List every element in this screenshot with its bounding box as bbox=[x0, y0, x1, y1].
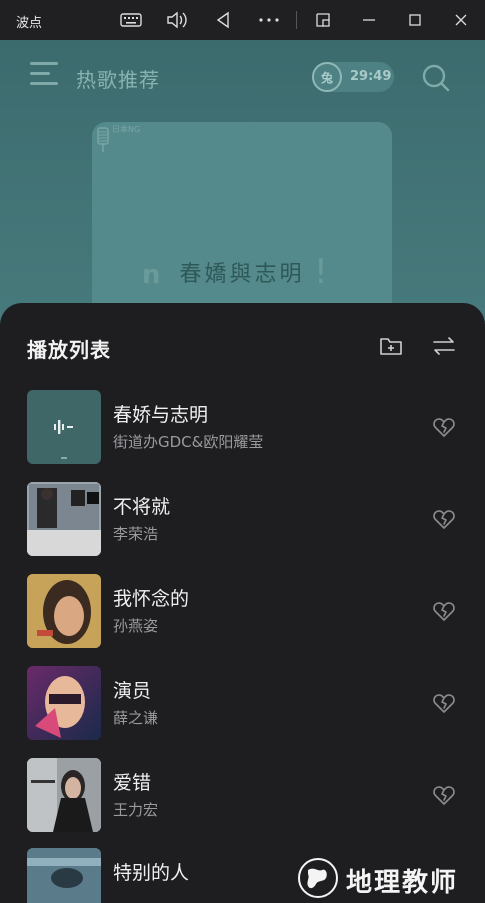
playlist-panel: 播放列表 春娇与志明 街道办GDC&欧阳耀莹 不将就 李荣浩 我怀念的 孙燕姿 bbox=[0, 303, 485, 903]
album-cover bbox=[27, 482, 101, 556]
song-artist: 孙燕姿 bbox=[113, 617, 159, 635]
list-item[interactable]: 我怀念的 孙燕姿 bbox=[0, 574, 485, 650]
cover-mark: ! bbox=[314, 252, 328, 292]
menu-icon[interactable] bbox=[30, 62, 60, 92]
microphone-icon bbox=[97, 127, 109, 152]
cover-tag: 日本NG bbox=[112, 125, 141, 134]
titlebar-divider bbox=[296, 11, 297, 29]
pip-icon[interactable] bbox=[310, 8, 336, 32]
list-item[interactable]: 爱错 王力宏 bbox=[0, 758, 485, 834]
broken-heart-icon[interactable] bbox=[432, 692, 456, 714]
rabbit-icon: 兔 bbox=[312, 62, 342, 92]
search-icon[interactable] bbox=[422, 64, 450, 92]
list-item[interactable]: 演员 薛之谦 bbox=[0, 666, 485, 742]
broken-heart-icon[interactable] bbox=[432, 600, 456, 622]
song-name: 爱错 bbox=[113, 772, 152, 794]
maximize-icon[interactable] bbox=[402, 8, 428, 32]
song-artist: 街道办GDC&欧阳耀莹 bbox=[113, 433, 264, 451]
watermark-text: 地理教师 bbox=[346, 868, 459, 898]
song-artist: 李荣浩 bbox=[113, 525, 159, 543]
order-play-icon[interactable] bbox=[431, 333, 457, 359]
album-cover bbox=[27, 758, 101, 832]
window-titlebar: 波点 bbox=[0, 0, 485, 40]
album-cover bbox=[27, 390, 101, 464]
volume-icon[interactable] bbox=[164, 8, 190, 32]
more-icon[interactable] bbox=[256, 8, 282, 32]
cover-title: 春嬌與志明 bbox=[179, 262, 305, 287]
song-name: 演员 bbox=[113, 680, 152, 702]
album-cover bbox=[27, 574, 101, 648]
globe-logo-icon bbox=[298, 858, 338, 898]
song-artist: 王力宏 bbox=[113, 801, 159, 819]
back-icon[interactable] bbox=[210, 8, 236, 32]
playlist-header: 播放列表 bbox=[0, 303, 485, 387]
watermark: 地理教师 bbox=[288, 854, 485, 903]
list-item[interactable]: 不将就 李荣浩 bbox=[0, 482, 485, 558]
album-cover bbox=[27, 848, 101, 903]
song-name: 特别的人 bbox=[113, 862, 190, 884]
song-name: 不将就 bbox=[113, 496, 171, 518]
keyboard-icon[interactable] bbox=[118, 8, 144, 32]
broken-heart-icon[interactable] bbox=[432, 508, 456, 530]
page-title: 热歌推荐 bbox=[76, 68, 160, 92]
close-icon[interactable] bbox=[448, 8, 474, 32]
album-cover bbox=[27, 666, 101, 740]
app-title: 波点 bbox=[16, 16, 43, 31]
add-to-folder-icon[interactable] bbox=[378, 333, 404, 359]
player-topbar: 热歌推荐 兔 29:49 bbox=[0, 40, 485, 116]
song-name: 我怀念的 bbox=[113, 588, 190, 610]
broken-heart-icon[interactable] bbox=[432, 784, 456, 806]
minimize-icon[interactable] bbox=[356, 8, 382, 32]
broken-heart-icon[interactable] bbox=[432, 416, 456, 438]
list-item[interactable]: 春娇与志明 街道办GDC&欧阳耀莹 bbox=[0, 390, 485, 466]
song-name: 春娇与志明 bbox=[113, 404, 209, 426]
free-time-remaining: 29:49 bbox=[350, 69, 392, 84]
playlist-title: 播放列表 bbox=[27, 338, 111, 362]
free-listen-badge[interactable]: 兔 29:49 bbox=[312, 62, 394, 92]
song-artist: 薛之谦 bbox=[113, 709, 159, 727]
